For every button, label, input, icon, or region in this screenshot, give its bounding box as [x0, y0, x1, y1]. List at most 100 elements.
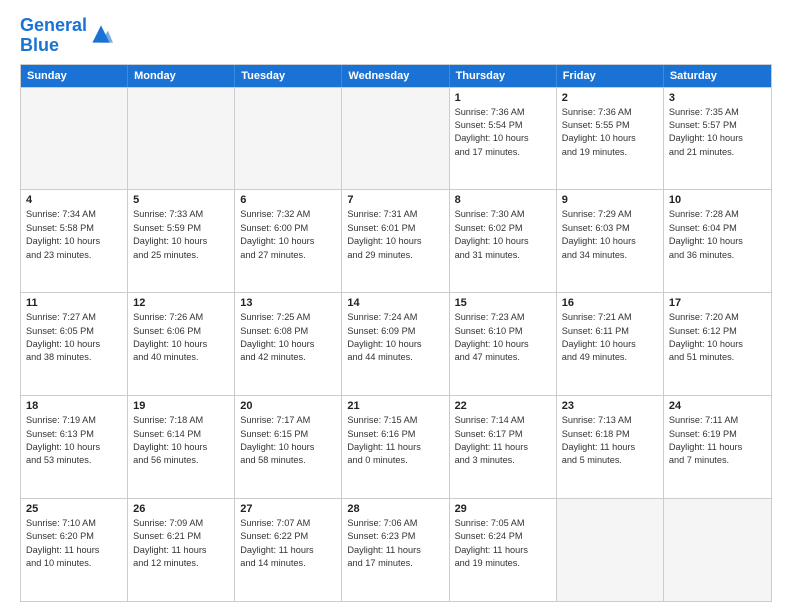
cell-line: Sunset: 6:20 PM: [26, 530, 122, 543]
cell-line: Sunrise: 7:32 AM: [240, 208, 336, 221]
cell-line: and 38 minutes.: [26, 351, 122, 364]
cell-line: Daylight: 10 hours: [669, 338, 766, 351]
cell-line: Daylight: 10 hours: [240, 338, 336, 351]
cell-line: and 7 minutes.: [669, 454, 766, 467]
cell-line: and 5 minutes.: [562, 454, 658, 467]
cell-line: Daylight: 11 hours: [26, 544, 122, 557]
cal-cell: 24Sunrise: 7:11 AMSunset: 6:19 PMDayligh…: [664, 396, 771, 498]
cell-line: Daylight: 11 hours: [669, 441, 766, 454]
day-number: 4: [26, 194, 122, 206]
cell-line: Sunset: 6:17 PM: [455, 428, 551, 441]
cell-line: Sunrise: 7:10 AM: [26, 517, 122, 530]
cal-cell: 27Sunrise: 7:07 AMSunset: 6:22 PMDayligh…: [235, 499, 342, 601]
cell-line: Sunset: 6:16 PM: [347, 428, 443, 441]
cell-line: Sunset: 5:57 PM: [669, 119, 766, 132]
cell-line: and 56 minutes.: [133, 454, 229, 467]
cal-cell: 11Sunrise: 7:27 AMSunset: 6:05 PMDayligh…: [21, 293, 128, 395]
day-number: 14: [347, 297, 443, 309]
cell-line: and 51 minutes.: [669, 351, 766, 364]
cell-line: Sunset: 6:01 PM: [347, 222, 443, 235]
cell-line: Sunrise: 7:06 AM: [347, 517, 443, 530]
cell-line: Sunrise: 7:17 AM: [240, 414, 336, 427]
cell-line: Sunrise: 7:24 AM: [347, 311, 443, 324]
calendar-body: 1Sunrise: 7:36 AMSunset: 5:54 PMDaylight…: [21, 87, 771, 601]
cal-row: 25Sunrise: 7:10 AMSunset: 6:20 PMDayligh…: [21, 498, 771, 601]
cell-line: Sunrise: 7:07 AM: [240, 517, 336, 530]
day-number: 20: [240, 400, 336, 412]
cal-cell: [21, 88, 128, 190]
cal-header-cell: Wednesday: [342, 65, 449, 87]
logo-text: General Blue: [20, 16, 87, 56]
cal-cell: [664, 499, 771, 601]
cal-header-cell: Thursday: [450, 65, 557, 87]
day-number: 24: [669, 400, 766, 412]
day-number: 9: [562, 194, 658, 206]
cell-line: and 29 minutes.: [347, 249, 443, 262]
cell-line: Sunrise: 7:29 AM: [562, 208, 658, 221]
page: General Blue SundayMondayTuesdayWednesda…: [0, 0, 792, 612]
cell-line: and 10 minutes.: [26, 557, 122, 570]
cell-line: Daylight: 10 hours: [240, 235, 336, 248]
day-number: 16: [562, 297, 658, 309]
day-number: 5: [133, 194, 229, 206]
cal-row: 18Sunrise: 7:19 AMSunset: 6:13 PMDayligh…: [21, 395, 771, 498]
cal-cell: 1Sunrise: 7:36 AMSunset: 5:54 PMDaylight…: [450, 88, 557, 190]
cal-cell: 10Sunrise: 7:28 AMSunset: 6:04 PMDayligh…: [664, 190, 771, 292]
cal-cell: 28Sunrise: 7:06 AMSunset: 6:23 PMDayligh…: [342, 499, 449, 601]
cal-cell: 12Sunrise: 7:26 AMSunset: 6:06 PMDayligh…: [128, 293, 235, 395]
cell-line: Daylight: 10 hours: [669, 235, 766, 248]
day-number: 17: [669, 297, 766, 309]
cell-line: Daylight: 10 hours: [562, 338, 658, 351]
cell-line: and 40 minutes.: [133, 351, 229, 364]
cal-cell: 13Sunrise: 7:25 AMSunset: 6:08 PMDayligh…: [235, 293, 342, 395]
cell-line: Sunset: 6:05 PM: [26, 325, 122, 338]
day-number: 18: [26, 400, 122, 412]
cell-line: Sunrise: 7:25 AM: [240, 311, 336, 324]
day-number: 2: [562, 92, 658, 104]
cell-line: Daylight: 10 hours: [669, 132, 766, 145]
day-number: 25: [26, 503, 122, 515]
cal-cell: 19Sunrise: 7:18 AMSunset: 6:14 PMDayligh…: [128, 396, 235, 498]
cell-line: Sunset: 6:15 PM: [240, 428, 336, 441]
cal-cell: 18 Sunrise: 7:19 AMSunset: 6:13 PMDayligh…: [21, 396, 128, 498]
cell-line: Daylight: 10 hours: [455, 132, 551, 145]
cal-cell: 4Sunrise: 7:34 AMSunset: 5:58 PMDaylight…: [21, 190, 128, 292]
cell-line: Sunrise: 7:19 AM: [26, 414, 122, 427]
cell-line: and 36 minutes.: [669, 249, 766, 262]
cell-line: Daylight: 10 hours: [240, 441, 336, 454]
cell-line: Daylight: 10 hours: [26, 441, 122, 454]
cell-line: Sunrise: 7:09 AM: [133, 517, 229, 530]
cell-line: Sunset: 6:11 PM: [562, 325, 658, 338]
cell-line: Daylight: 11 hours: [455, 441, 551, 454]
day-number: 12: [133, 297, 229, 309]
cell-line: Sunset: 6:12 PM: [669, 325, 766, 338]
cell-line: Sunset: 6:23 PM: [347, 530, 443, 543]
cell-line: and 42 minutes.: [240, 351, 336, 364]
cell-line: Daylight: 10 hours: [562, 132, 658, 145]
cell-line: and 49 minutes.: [562, 351, 658, 364]
cell-line: and 31 minutes.: [455, 249, 551, 262]
cal-cell: 22Sunrise: 7:14 AMSunset: 6:17 PMDayligh…: [450, 396, 557, 498]
cell-line: Sunset: 6:19 PM: [669, 428, 766, 441]
cal-cell: [235, 88, 342, 190]
cell-line: Daylight: 11 hours: [347, 544, 443, 557]
logo-general: General: [20, 15, 87, 35]
cell-line: Daylight: 10 hours: [347, 235, 443, 248]
cal-row: 11Sunrise: 7:27 AMSunset: 6:05 PMDayligh…: [21, 292, 771, 395]
calendar: SundayMondayTuesdayWednesdayThursdayFrid…: [20, 64, 772, 602]
cell-line: Daylight: 11 hours: [133, 544, 229, 557]
cal-cell: 21Sunrise: 7:15 AMSunset: 6:16 PMDayligh…: [342, 396, 449, 498]
cell-line: and 19 minutes.: [455, 557, 551, 570]
cal-cell: 16Sunrise: 7:21 AMSunset: 6:11 PMDayligh…: [557, 293, 664, 395]
logo-icon: [89, 22, 113, 46]
cell-line: Sunrise: 7:15 AM: [347, 414, 443, 427]
cal-cell: [557, 499, 664, 601]
cell-line: Sunset: 6:14 PM: [133, 428, 229, 441]
cell-line: Sunset: 6:08 PM: [240, 325, 336, 338]
cell-line: Sunset: 6:02 PM: [455, 222, 551, 235]
logo: General Blue: [20, 16, 113, 56]
cell-line: Daylight: 10 hours: [26, 235, 122, 248]
cell-line: Sunset: 6:13 PM: [26, 428, 122, 441]
cell-line: Daylight: 11 hours: [562, 441, 658, 454]
day-number: 19: [133, 400, 229, 412]
